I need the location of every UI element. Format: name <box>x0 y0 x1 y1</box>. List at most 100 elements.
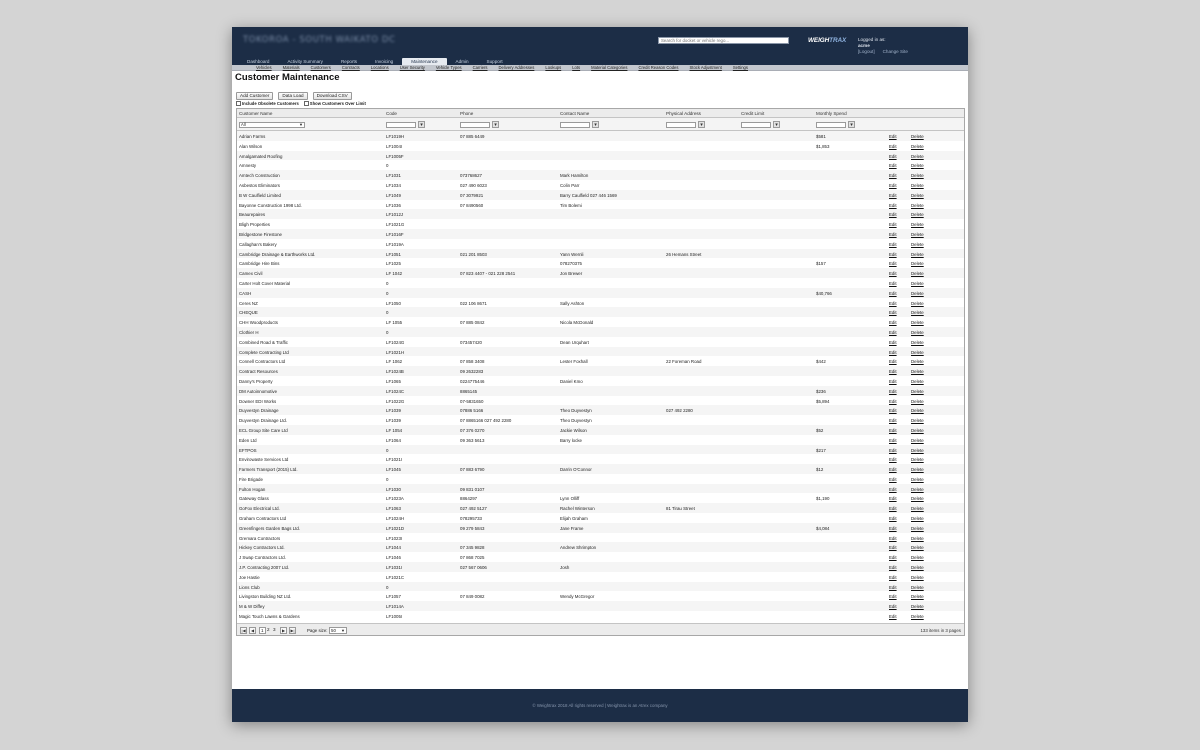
edit-link[interactable]: Edit <box>889 614 897 619</box>
edit-link[interactable]: Edit <box>889 467 897 472</box>
delete-link[interactable]: Delete <box>911 448 924 453</box>
tab-reports[interactable]: Reports <box>332 58 366 65</box>
delete-link[interactable]: Delete <box>911 281 924 286</box>
filter-icon[interactable]: ▼ <box>418 121 425 128</box>
tab-admin[interactable]: Admin <box>447 58 478 65</box>
edit-link[interactable]: Edit <box>889 163 897 168</box>
subnav-locations[interactable]: Locations <box>371 65 389 70</box>
contact-filter-input[interactable] <box>560 122 590 128</box>
delete-link[interactable]: Delete <box>911 193 924 198</box>
edit-link[interactable]: Edit <box>889 536 897 541</box>
delete-link[interactable]: Delete <box>911 487 924 492</box>
col-monthly-spend[interactable]: Monthly Spend <box>816 111 847 116</box>
address-filter-input[interactable] <box>666 122 696 128</box>
delete-link[interactable]: Delete <box>911 232 924 237</box>
edit-link[interactable]: Edit <box>889 506 897 511</box>
delete-link[interactable]: Delete <box>911 163 924 168</box>
change-site-link[interactable]: Change Site <box>883 49 908 54</box>
delete-link[interactable]: Delete <box>911 320 924 325</box>
filter-icon[interactable]: ▼ <box>848 121 855 128</box>
code-filter-input[interactable] <box>386 122 416 128</box>
col-customer-name[interactable]: Customer Name <box>239 111 272 116</box>
edit-link[interactable]: Edit <box>889 555 897 560</box>
delete-link[interactable]: Delete <box>911 291 924 296</box>
delete-link[interactable]: Delete <box>911 261 924 266</box>
delete-link[interactable]: Delete <box>911 408 924 413</box>
edit-link[interactable]: Edit <box>889 330 897 335</box>
tab-activity-summary[interactable]: Activity Summary <box>278 58 331 65</box>
add-customer-button[interactable]: Add Customer <box>236 92 274 100</box>
subnav-lookups[interactable]: Lookups <box>545 65 561 70</box>
delete-link[interactable]: Delete <box>911 379 924 384</box>
edit-link[interactable]: Edit <box>889 134 897 139</box>
edit-link[interactable]: Edit <box>889 271 897 276</box>
delete-link[interactable]: Delete <box>911 340 924 345</box>
edit-link[interactable]: Edit <box>889 222 897 227</box>
edit-link[interactable]: Edit <box>889 193 897 198</box>
phone-filter-input[interactable] <box>460 122 490 128</box>
edit-link[interactable]: Edit <box>889 496 897 501</box>
tab-support[interactable]: Support <box>478 58 512 65</box>
delete-link[interactable]: Delete <box>911 301 924 306</box>
delete-link[interactable]: Delete <box>911 516 924 521</box>
edit-link[interactable]: Edit <box>889 261 897 266</box>
edit-link[interactable]: Edit <box>889 575 897 580</box>
subnav-settings[interactable]: Settings <box>733 65 748 70</box>
delete-link[interactable]: Delete <box>911 350 924 355</box>
edit-link[interactable]: Edit <box>889 252 897 257</box>
subnav-user-security[interactable]: User Security <box>400 65 425 70</box>
delete-link[interactable]: Delete <box>911 203 924 208</box>
subnav-customers[interactable]: Customers <box>311 65 331 70</box>
download-csv-button[interactable]: Download CSV <box>312 92 352 100</box>
delete-link[interactable]: Delete <box>911 183 924 188</box>
edit-link[interactable]: Edit <box>889 350 897 355</box>
prev-page-button[interactable]: ◀ <box>249 627 256 634</box>
logout-link[interactable]: [Logout] <box>858 49 875 54</box>
subnav-lots[interactable]: Lots <box>572 65 580 70</box>
edit-link[interactable]: Edit <box>889 399 897 404</box>
subnav-stock-adjustment[interactable]: Stock Adjustment <box>689 65 721 70</box>
delete-link[interactable]: Delete <box>911 310 924 315</box>
subnav-material-categories[interactable]: Material Categories <box>591 65 627 70</box>
delete-link[interactable]: Delete <box>911 496 924 501</box>
edit-link[interactable]: Edit <box>889 183 897 188</box>
tab-invoicing[interactable]: Invoicing <box>366 58 402 65</box>
filter-icon[interactable]: ▼ <box>698 121 705 128</box>
tab-dashboard[interactable]: Dashboard <box>238 58 278 65</box>
page-2-link[interactable]: 2 <box>267 627 270 633</box>
delete-link[interactable]: Delete <box>911 575 924 580</box>
delete-link[interactable]: Delete <box>911 604 924 609</box>
delete-link[interactable]: Delete <box>911 359 924 364</box>
obsolete-checkbox[interactable] <box>236 101 241 106</box>
edit-link[interactable]: Edit <box>889 310 897 315</box>
edit-link[interactable]: Edit <box>889 526 897 531</box>
page-3-link[interactable]: 3 <box>273 627 276 633</box>
delete-link[interactable]: Delete <box>911 555 924 560</box>
subnav-contracts[interactable]: Contracts <box>342 65 360 70</box>
edit-link[interactable]: Edit <box>889 212 897 217</box>
edit-link[interactable]: Edit <box>889 418 897 423</box>
edit-link[interactable]: Edit <box>889 594 897 599</box>
edit-link[interactable]: Edit <box>889 477 897 482</box>
first-page-button[interactable]: |◀ <box>240 627 247 634</box>
edit-link[interactable]: Edit <box>889 301 897 306</box>
edit-link[interactable]: Edit <box>889 457 897 462</box>
subnav-materials[interactable]: Materials <box>283 65 300 70</box>
col-code[interactable]: Code <box>386 111 397 116</box>
delete-link[interactable]: Delete <box>911 222 924 227</box>
next-page-button[interactable]: ▶ <box>280 627 287 634</box>
edit-link[interactable]: Edit <box>889 173 897 178</box>
edit-link[interactable]: Edit <box>889 291 897 296</box>
edit-link[interactable]: Edit <box>889 281 897 286</box>
delete-link[interactable]: Delete <box>911 173 924 178</box>
edit-link[interactable]: Edit <box>889 428 897 433</box>
last-page-button[interactable]: ▶| <box>289 627 296 634</box>
delete-link[interactable]: Delete <box>911 585 924 590</box>
edit-link[interactable]: Edit <box>889 585 897 590</box>
edit-link[interactable]: Edit <box>889 359 897 364</box>
spend-filter-input[interactable] <box>816 122 846 128</box>
edit-link[interactable]: Edit <box>889 154 897 159</box>
delete-link[interactable]: Delete <box>911 477 924 482</box>
delete-link[interactable]: Delete <box>911 545 924 550</box>
data-load-button[interactable]: Data Load <box>278 92 308 100</box>
